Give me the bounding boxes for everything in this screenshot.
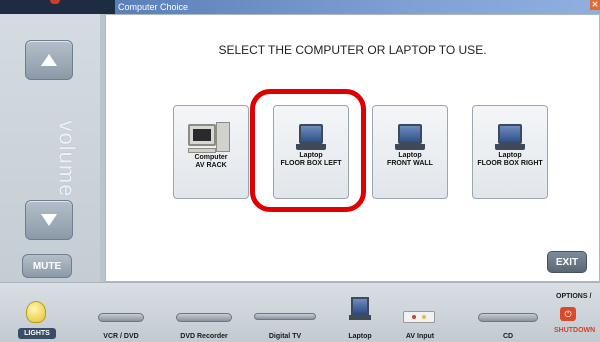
choice-line1: Computer: [194, 154, 228, 161]
lightbulb-icon: [26, 301, 46, 323]
exit-button[interactable]: EXIT: [547, 251, 587, 273]
dialog-title: Computer Choice: [115, 0, 600, 14]
cd-icon[interactable]: [478, 313, 538, 322]
choice-line2: FLOOR BOX RIGHT: [477, 160, 543, 167]
volume-down-button[interactable]: [25, 200, 73, 240]
source-dvd-recorder[interactable]: DVD Recorder: [172, 333, 236, 340]
volume-label: volume: [54, 120, 80, 198]
laptop-icon: [495, 124, 525, 152]
arrow-down-icon: [41, 214, 57, 226]
lights-button[interactable]: LIGHTS: [18, 328, 56, 339]
source-av-input[interactable]: AV Input: [398, 333, 442, 340]
brand-strip: [0, 0, 115, 14]
desktop-computer-icon: [186, 122, 236, 154]
laptop-icon[interactable]: [349, 297, 371, 323]
arrow-up-icon: [41, 54, 57, 66]
instruction-text: SELECT THE COMPUTER OR LAPTOP TO USE.: [218, 43, 487, 57]
volume-up-button[interactable]: [25, 40, 73, 80]
mute-button[interactable]: MUTE: [22, 254, 72, 278]
digital-tv-icon[interactable]: [254, 313, 316, 320]
selection-highlight: [250, 89, 366, 212]
close-icon[interactable]: ✕: [590, 0, 600, 10]
choice-line1: Laptop: [498, 152, 522, 159]
dialog-body: SELECT THE COMPUTER OR LAPTOP TO USE. Co…: [105, 14, 600, 282]
options-label: OPTIONS /: [556, 293, 592, 300]
shutdown-button[interactable]: SHUTDOWN: [554, 327, 595, 334]
av-input-icon[interactable]: [403, 311, 435, 323]
choice-line1: Laptop: [398, 152, 422, 159]
source-vcr-dvd[interactable]: VCR / DVD: [96, 333, 146, 340]
volume-sidebar: volume MUTE: [0, 14, 100, 282]
choice-laptop-front-wall[interactable]: Laptop FRONT WALL: [372, 105, 448, 199]
choice-line2: FRONT WALL: [387, 160, 433, 167]
vcr-icon[interactable]: [98, 313, 144, 322]
dvd-recorder-icon[interactable]: [176, 313, 232, 322]
laptop-icon: [395, 124, 425, 152]
computer-choice-dialog: Computer Choice ✕ SELECT THE COMPUTER OR…: [105, 0, 600, 282]
choice-line2: AV RACK: [195, 162, 227, 169]
source-digital-tv[interactable]: Digital TV: [254, 333, 316, 340]
source-bar: LIGHTS VCR / DVD DVD Recorder Digital TV…: [0, 282, 600, 342]
source-cd[interactable]: CD: [478, 333, 538, 340]
choice-computer-av-rack[interactable]: Computer AV RACK: [173, 105, 249, 199]
brand-logo-icon: [50, 0, 60, 4]
source-laptop[interactable]: Laptop: [338, 333, 382, 340]
power-icon[interactable]: ⏻: [560, 307, 576, 321]
choice-laptop-floor-box-right[interactable]: Laptop FLOOR BOX RIGHT: [472, 105, 548, 199]
